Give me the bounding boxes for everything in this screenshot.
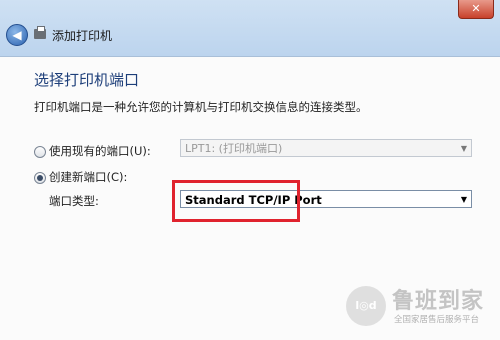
window-title: 添加打印机 [52,29,113,43]
back-button[interactable]: ◀ [6,24,28,46]
close-button[interactable]: ✕ [458,0,494,19]
existing-port-select[interactable]: LPT1: (打印机端口) ▼ [180,139,472,157]
watermark-logo-icon: l◎d [346,286,386,326]
new-port-label[interactable]: 创建新端口(C): [49,169,127,185]
dropdown-arrow-icon: ▼ [460,144,467,153]
new-port-radio[interactable] [34,172,46,184]
existing-port-value: LPT1: (打印机端口) [185,142,283,155]
window-titlebar: ✕ ◀ 添加打印机 [0,0,500,57]
port-type-label: 端口类型: [49,194,99,208]
page-title: 选择打印机端口 [34,71,140,89]
existing-port-label[interactable]: 使用现有的端口(U): [49,143,151,159]
watermark-brand: 鲁班到家 [392,289,485,314]
page-description: 打印机端口是一种允许您的计算机与打印机交换信息的连接类型。 [34,100,368,114]
printer-icon [34,26,46,39]
existing-port-radio[interactable] [34,146,46,158]
highlight-annotation [172,180,300,222]
dropdown-arrow-icon: ▼ [460,195,467,204]
watermark-tagline: 全国家居售后服务平台 [394,315,480,325]
